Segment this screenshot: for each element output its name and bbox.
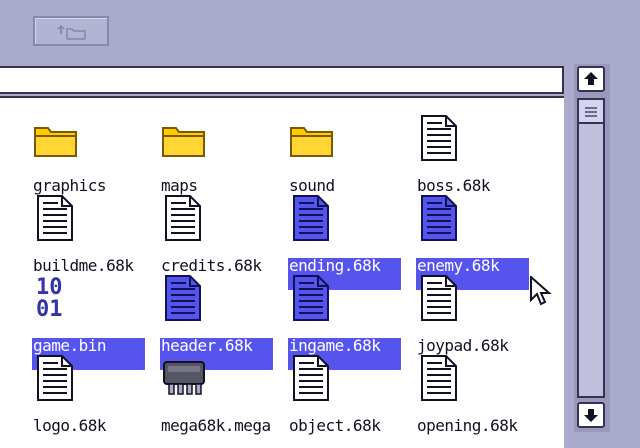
file-item[interactable]: opening.68k	[416, 354, 544, 434]
file-item[interactable]: joypad.68k	[416, 274, 544, 354]
up-folder-icon	[57, 25, 86, 40]
document-icon	[416, 114, 464, 166]
binary-icon: 10 01	[32, 274, 80, 326]
file-item[interactable]: boss.68k	[416, 114, 544, 194]
file-item[interactable]: mega68k.mega	[160, 354, 288, 434]
file-label: credits.68k	[161, 256, 262, 275]
file-label: graphics	[33, 176, 107, 195]
svg-text:01: 01	[36, 297, 63, 322]
path-field[interactable]	[0, 66, 564, 94]
file-label: buildme.68k	[33, 256, 134, 275]
file-item[interactable]: buildme.68k	[32, 194, 160, 274]
file-label: sound	[289, 176, 335, 195]
file-item[interactable]: credits.68k	[160, 194, 288, 274]
scroll-thumb[interactable]	[577, 98, 605, 124]
document-icon	[288, 274, 336, 326]
file-item[interactable]: enemy.68k	[416, 194, 544, 290]
file-item[interactable]: ingame.68k	[288, 274, 416, 370]
file-label: joypad.68k	[417, 336, 509, 355]
arrow-up-icon	[584, 72, 598, 85]
document-icon	[160, 274, 208, 326]
file-label: mega68k.mega	[161, 416, 271, 435]
arrow-down-icon	[584, 409, 598, 422]
folder-icon	[288, 120, 336, 164]
grip-icon	[585, 107, 597, 117]
document-icon	[160, 194, 208, 246]
parent-folder-button[interactable]	[33, 16, 109, 46]
file-item[interactable]: 10 01 game.bin	[32, 274, 160, 370]
file-item[interactable]: maps	[160, 114, 288, 194]
document-icon	[32, 194, 80, 246]
document-icon	[416, 354, 464, 406]
file-item[interactable]: object.68k	[288, 354, 416, 434]
document-icon	[288, 194, 336, 246]
file-item[interactable]: header.68k	[160, 274, 288, 370]
document-icon	[416, 194, 464, 246]
file-label: maps	[161, 176, 198, 195]
file-item[interactable]: graphics	[32, 114, 160, 194]
file-label: boss.68k	[417, 176, 491, 195]
file-label: object.68k	[289, 416, 381, 435]
scroll-up-button[interactable]	[577, 66, 605, 92]
mouse-cursor-icon	[530, 276, 552, 306]
scroll-down-button[interactable]	[577, 402, 605, 428]
vertical-scrollbar[interactable]	[574, 64, 610, 432]
chip-icon	[160, 354, 208, 406]
scroll-track[interactable]	[577, 98, 605, 398]
file-label: logo.68k	[33, 416, 107, 435]
file-item[interactable]: ending.68k	[288, 194, 416, 290]
file-pane: graphics maps sound boss.68k buildme.68k cred…	[0, 96, 564, 448]
folder-icon	[32, 120, 80, 164]
document-icon	[32, 354, 80, 406]
folder-icon	[160, 120, 208, 164]
file-item[interactable]: sound	[288, 114, 416, 194]
document-icon	[416, 274, 464, 326]
document-icon	[288, 354, 336, 406]
file-item[interactable]: logo.68k	[32, 354, 160, 434]
file-label: opening.68k	[417, 416, 518, 435]
toolbar	[0, 0, 640, 64]
